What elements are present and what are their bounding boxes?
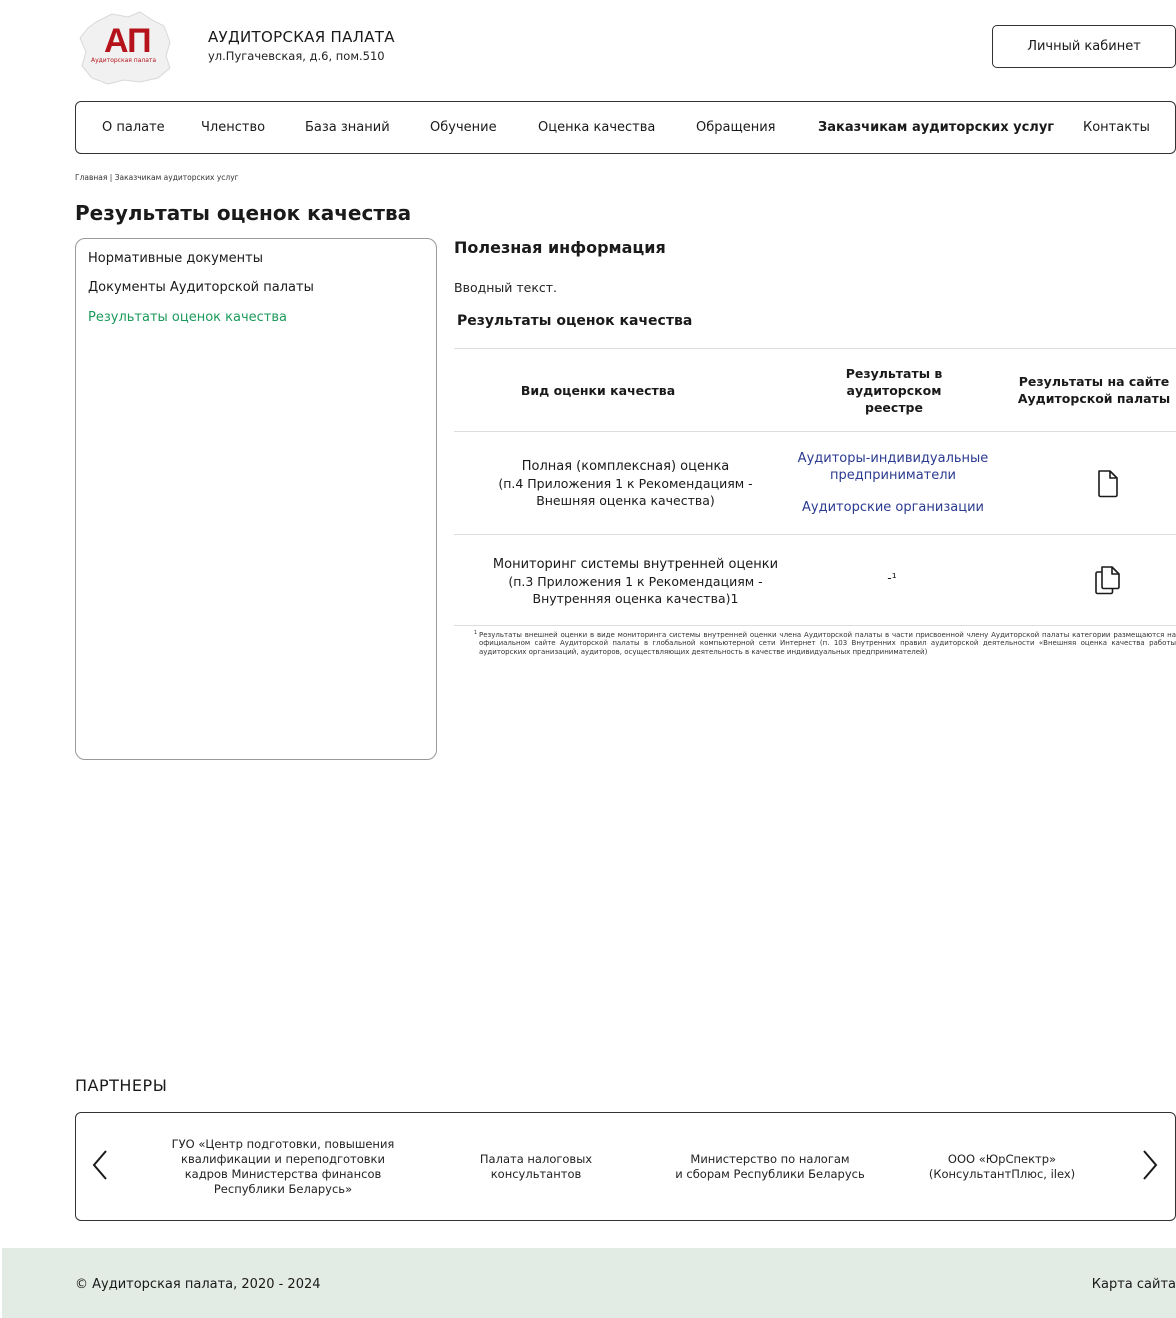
row-type-cell: Мониторинг системы внутренней оценки (п.… bbox=[464, 556, 807, 607]
partner-name-line: ООО «ЮрСпектр» bbox=[947, 1152, 1057, 1166]
sidebar-item-quality-results[interactable]: Результаты оценок качества bbox=[88, 310, 287, 325]
sidebar-item-chamber-docs[interactable]: Документы Аудиторской палаты bbox=[88, 280, 314, 295]
partner-name-line: Министерство по налогам bbox=[690, 1152, 850, 1166]
sitemap-link[interactable]: Карта сайта bbox=[1092, 1277, 1176, 1292]
partner-item-tax-ministry[interactable]: Министерство по налогам и сборам Республ… bbox=[660, 1152, 880, 1182]
logo-letters: АП bbox=[104, 22, 152, 60]
section-heading: Полезная информация bbox=[454, 238, 666, 257]
table-header-type: Вид оценки качества bbox=[520, 382, 676, 398]
breadcrumb[interactable]: Главная | Заказчикам аудиторских услуг bbox=[75, 173, 239, 182]
table-divider bbox=[454, 431, 1176, 432]
partner-name-line: Республики Беларусь» bbox=[213, 1182, 353, 1196]
footnote: 1 Результаты внешней оценки в виде монит… bbox=[474, 630, 1176, 656]
partner-name-line: ГУО «Центр подготовки, повышения bbox=[171, 1137, 395, 1151]
row-type-cell: Полная (комплексная) оценка (п.4 Приложе… bbox=[454, 458, 797, 509]
registry-value: -¹ bbox=[887, 570, 897, 585]
row-type-ref: Внешняя оценка качества) bbox=[536, 493, 715, 508]
page-title: Результаты оценок качества bbox=[75, 201, 412, 225]
nav-item-quality-assessment[interactable]: Оценка качества bbox=[538, 102, 655, 153]
footer: © Аудиторская палата, 2020 - 2024 Карта … bbox=[2, 1248, 1176, 1318]
partner-item-training-center[interactable]: ГУО «Центр подготовки, повышения квалифи… bbox=[160, 1137, 406, 1197]
copyright: © Аудиторская палата, 2020 - 2024 bbox=[75, 1277, 321, 1292]
sidebar: Нормативные документы Документы Аудиторс… bbox=[75, 238, 437, 760]
logo[interactable]: АП Аудиторская палата bbox=[78, 8, 174, 86]
link-audit-organizations[interactable]: Аудиторские организации bbox=[784, 499, 1002, 516]
partner-name-line: (КонсультантПлюс, ilex) bbox=[928, 1167, 1076, 1181]
chevron-right-icon[interactable] bbox=[1140, 1143, 1160, 1187]
partner-name-line: квалификации и переподготовки bbox=[181, 1152, 385, 1166]
partner-name-line: консультантов bbox=[490, 1167, 582, 1181]
table-header-site: Результаты на сайте Аудиторской палаты bbox=[1017, 374, 1171, 406]
intro-text: Вводный текст. bbox=[454, 280, 558, 295]
org-name: АУДИТОРСКАЯ ПАЛАТА bbox=[208, 28, 395, 46]
partners-carousel: ГУО «Центр подготовки, повышения квалифи… bbox=[75, 1112, 1176, 1221]
partner-name-line: и сборам Республики Беларусь bbox=[675, 1167, 865, 1181]
sidebar-item-normative-docs[interactable]: Нормативные документы bbox=[88, 251, 263, 266]
partner-name-line: кадров Министерства финансов bbox=[184, 1167, 382, 1181]
row-type-ref: Внутренняя оценка качества)1 bbox=[532, 591, 739, 606]
org-address: ул.Пугачевская, д.6, пом.510 bbox=[208, 49, 385, 63]
row-type-ref: (п.4 Приложения 1 к Рекомендациям - bbox=[498, 476, 753, 491]
documents-copy-icon[interactable] bbox=[1092, 564, 1124, 596]
chevron-left-icon[interactable] bbox=[90, 1143, 110, 1187]
nav-item-appeals[interactable]: Обращения bbox=[696, 102, 775, 153]
document-icon[interactable] bbox=[1096, 469, 1120, 498]
row-type-title: Полная (комплексная) оценка bbox=[521, 459, 730, 474]
row-type-title: Мониторинг системы внутренней оценки bbox=[492, 557, 779, 572]
footnote-text: Результаты внешней оценки в виде монитор… bbox=[479, 631, 1176, 656]
main-nav: О палате Членство База знаний Обучение О… bbox=[75, 101, 1176, 154]
nav-item-about[interactable]: О палате bbox=[102, 102, 165, 153]
partner-item-yurspektr[interactable]: ООО «ЮрСпектр» (КонсультантПлюс, ilex) bbox=[922, 1152, 1082, 1182]
personal-cabinet-button[interactable]: Личный кабинет bbox=[992, 25, 1176, 68]
table-divider bbox=[454, 534, 1176, 535]
nav-item-contacts[interactable]: Контакты bbox=[1083, 102, 1150, 153]
logo-caption: Аудиторская палата bbox=[91, 57, 157, 64]
table-title: Результаты оценок качества bbox=[457, 313, 693, 329]
nav-item-knowledge-base[interactable]: База знаний bbox=[305, 102, 390, 153]
table-header-registry: Результаты в аудиторском реестре bbox=[845, 365, 943, 415]
nav-item-customers[interactable]: Заказчикам аудиторских услуг bbox=[818, 102, 1054, 153]
partner-name-line: Палата налоговых bbox=[479, 1152, 593, 1166]
link-individual-auditors[interactable]: Аудиторы-индивидуальные предприниматели bbox=[784, 450, 1002, 484]
partners-heading: ПАРТНЕРЫ bbox=[75, 1076, 168, 1095]
footnote-mark: 1 bbox=[474, 630, 478, 636]
nav-item-membership[interactable]: Членство bbox=[201, 102, 265, 153]
nav-item-training[interactable]: Обучение bbox=[430, 102, 497, 153]
partner-item-tax-consultants[interactable]: Палата налоговых консультантов bbox=[454, 1152, 618, 1182]
table-divider bbox=[454, 625, 1176, 626]
row-type-ref: (п.3 Приложения 1 к Рекомендациям - bbox=[508, 574, 763, 589]
